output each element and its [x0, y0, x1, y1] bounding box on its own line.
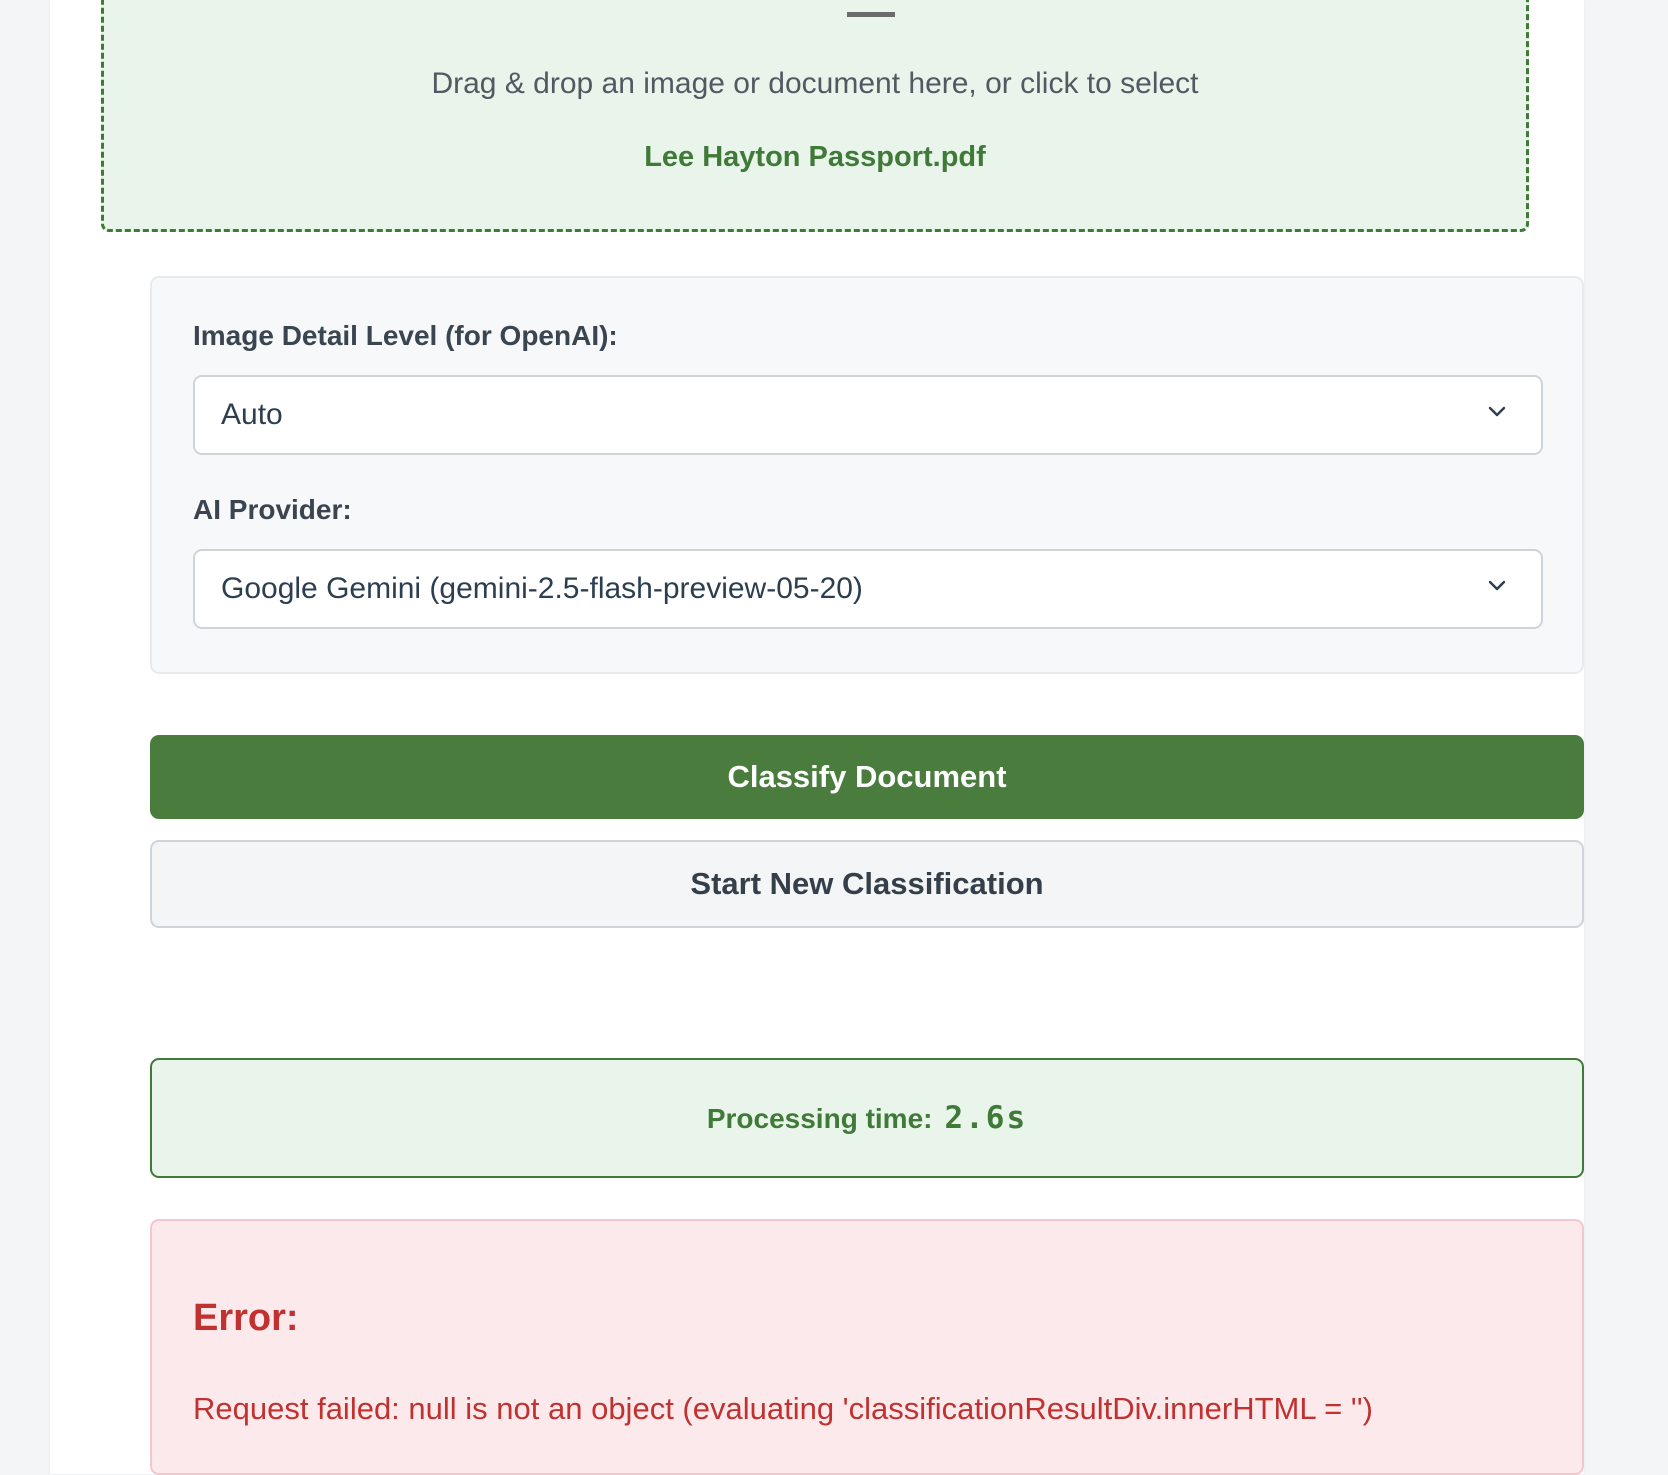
processing-time-value: 2.6s — [944, 1100, 1028, 1136]
options-panel: Image Detail Level (for OpenAI): Auto AI… — [150, 276, 1584, 674]
start-new-classification-button[interactable]: Start New Classification — [150, 840, 1584, 928]
upload-icon — [847, 12, 895, 17]
classify-document-button[interactable]: Classify Document — [150, 735, 1584, 819]
selected-file-name: Lee Hayton Passport.pdf — [644, 141, 986, 173]
dropzone-instructions: Drag & drop an image or document here, o… — [431, 67, 1199, 100]
detail-level-value: Auto — [221, 398, 283, 431]
processing-time-box: Processing time: 2.6s — [150, 1058, 1584, 1178]
provider-value: Google Gemini (gemini-2.5-flash-preview-… — [221, 572, 863, 605]
main-card: Drag & drop an image or document here, o… — [50, 0, 1584, 1475]
chevron-down-icon — [1488, 406, 1506, 417]
detail-level-label: Image Detail Level (for OpenAI): — [193, 320, 618, 351]
provider-label: AI Provider: — [193, 494, 352, 525]
provider-select[interactable]: Google Gemini (gemini-2.5-flash-preview-… — [193, 549, 1543, 629]
processing-time-label: Processing time: — [706, 1103, 933, 1134]
error-message: Request failed: null is not an object (e… — [193, 1391, 1373, 1426]
error-title: Error: — [193, 1297, 299, 1339]
error-box: Error: Request failed: null is not an ob… — [150, 1219, 1584, 1475]
file-dropzone[interactable]: Drag & drop an image or document here, o… — [101, 0, 1529, 232]
detail-level-select[interactable]: Auto — [193, 375, 1543, 455]
chevron-down-icon — [1488, 580, 1506, 591]
